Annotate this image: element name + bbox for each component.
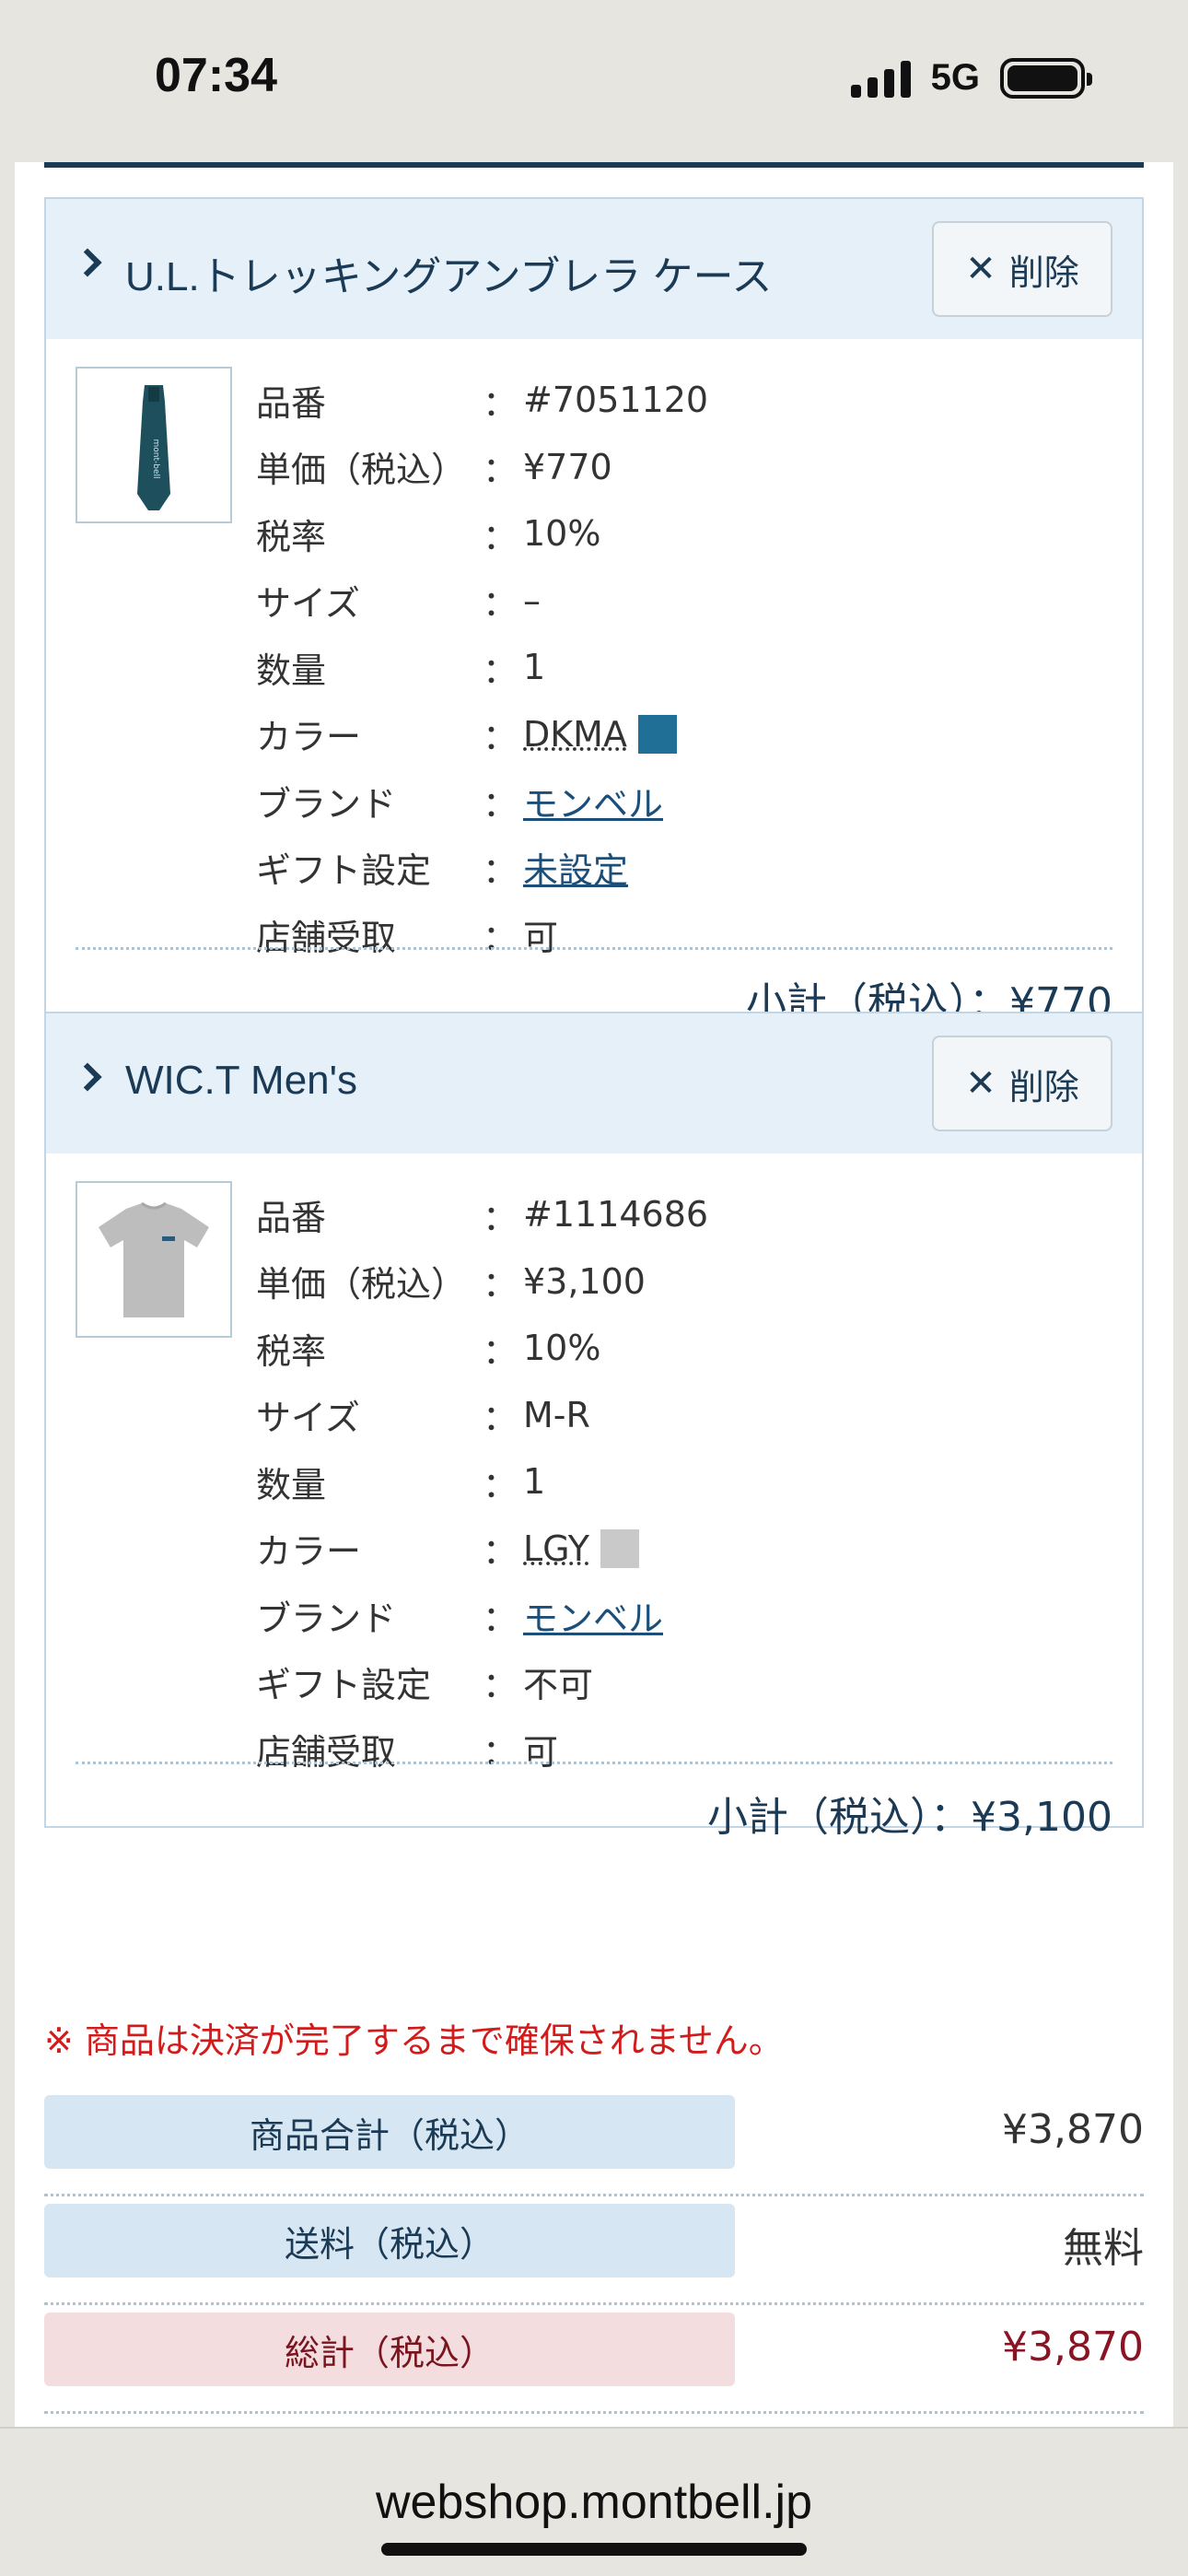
- reservation-notice: ※ 商品は決済が完了するまで確保されません。: [44, 2020, 784, 2061]
- product-thumbnail[interactable]: mont-bell: [76, 367, 232, 523]
- detail-row-gift: ギフト設定：未設定: [256, 835, 1103, 902]
- detail-row-color: カラー： DKMA: [256, 701, 1103, 768]
- url-text[interactable]: webshop.montbell.jp: [0, 2475, 1188, 2530]
- close-icon: ✕: [965, 1062, 996, 1105]
- cart-page: U.L.トレッキングアンブレラ ケース ✕ 削除 mont-bell 品番： #7…: [15, 162, 1173, 2427]
- detail-row-tax: 税率： 10%: [256, 1328, 601, 1372]
- cart-item-body: mont-bell 品番： #7051120 単価（税込）： ¥770 税率： 10%…: [46, 339, 1142, 1026]
- dotted-divider: [76, 947, 1112, 950]
- brand-link[interactable]: モンベル: [523, 1590, 1103, 1641]
- detail-row-size: サイズ： –: [256, 580, 541, 625]
- summary-row-total: 総計（税込） ¥3,870: [44, 2305, 1144, 2414]
- summary-value: ¥3,870: [1002, 2324, 1144, 2371]
- summary-label: 商品合計（税込）: [44, 2095, 735, 2169]
- detail-row-price: 単価（税込）： ¥770: [256, 446, 612, 491]
- summary-label: 送料（税込）: [44, 2204, 735, 2277]
- color-swatch: [600, 1528, 639, 1568]
- summary-value: ¥3,870: [1002, 2106, 1144, 2153]
- status-time: 07:34: [155, 49, 277, 102]
- detail-row-color: カラー： LGY: [256, 1516, 1103, 1583]
- order-summary: 商品合計（税込） ¥3,870 送料（税込） 無料 総計（税込） ¥3,870: [44, 2088, 1144, 2414]
- brand-link[interactable]: モンベル: [523, 776, 1103, 826]
- network-label: 5G: [930, 57, 980, 98]
- detail-row-qty: 数量： 1: [256, 1461, 546, 1505]
- umbrella-case-image: mont-bell: [137, 385, 170, 510]
- delete-button[interactable]: ✕ 削除: [932, 221, 1112, 317]
- chevron-right-icon[interactable]: [73, 248, 102, 277]
- cart-item: U.L.トレッキングアンブレラ ケース ✕ 削除 mont-bell 品番： #7…: [46, 199, 1142, 1026]
- summary-row-shipping: 送料（税込） 無料: [44, 2196, 1144, 2305]
- item-details: 品番： #1114686 単価（税込）： ¥3,100 税率： 10% サイズ： M-R…: [256, 1181, 1103, 1783]
- detail-row-price: 単価（税込）： ¥3,100: [256, 1260, 646, 1306]
- status-icons: 5G: [850, 57, 1092, 99]
- cart-item: WIC.T Men's ✕ 削除 品番： #1114686 単価（税込）： ¥3,1: [46, 1012, 1142, 1841]
- close-icon: ✕: [965, 248, 996, 290]
- detail-row-code: 品番： #1114686: [256, 1194, 709, 1238]
- item-title[interactable]: WIC.T Men's: [125, 1058, 357, 1104]
- detail-row-brand: ブランド：モンベル: [256, 1582, 1103, 1649]
- color-code[interactable]: DKMA: [523, 714, 627, 755]
- detail-row-gift: ギフト設定：不可: [256, 1665, 594, 1706]
- summary-row-products: 商品合計（税込） ¥3,870: [44, 2088, 1144, 2196]
- battery-icon: [1000, 57, 1092, 99]
- delete-label: 削除: [1008, 252, 1079, 293]
- item-subtotal: 小計（税込）：¥3,100: [707, 1794, 1112, 1841]
- delete-button[interactable]: ✕ 削除: [932, 1036, 1112, 1131]
- color-swatch: [637, 714, 677, 754]
- dotted-divider: [76, 1762, 1112, 1764]
- chevron-right-icon[interactable]: [73, 1062, 102, 1092]
- top-divider: [44, 162, 1144, 168]
- detail-row-brand: ブランド：モンベル: [256, 767, 1103, 835]
- tshirt-image: [99, 1201, 209, 1317]
- status-bar: 07:34 5G: [0, 0, 1188, 162]
- cart-item-header[interactable]: U.L.トレッキングアンブレラ ケース ✕ 削除: [46, 199, 1142, 339]
- detail-row-size: サイズ： M-R: [256, 1394, 590, 1439]
- detail-row-code: 品番： #7051120: [256, 380, 709, 424]
- item-details: 品番： #7051120 単価（税込）： ¥770 税率： 10% サイズ： – 数量：…: [256, 367, 1103, 968]
- detail-row-pickup: 店舗受取：可: [256, 1731, 559, 1773]
- detail-row-qty: 数量： 1: [256, 647, 546, 691]
- color-code[interactable]: LGY: [523, 1528, 589, 1569]
- item-title[interactable]: U.L.トレッキングアンブレラ ケース: [125, 243, 772, 302]
- delete-label: 削除: [1008, 1066, 1079, 1107]
- detail-row-pickup: 店舗受取：可: [256, 917, 559, 958]
- summary-label: 総計（税込）: [44, 2313, 735, 2386]
- cart-item-body: 品番： #1114686 単価（税込）： ¥3,100 税率： 10% サイズ： M-R…: [46, 1153, 1142, 1841]
- signal-icon: [850, 59, 911, 98]
- svg-text:mont-bell: mont-bell: [151, 439, 160, 478]
- detail-row-tax: 税率： 10%: [256, 513, 601, 557]
- product-thumbnail[interactable]: [76, 1181, 232, 1338]
- summary-value: 無料: [1063, 2225, 1144, 2272]
- home-indicator[interactable]: [381, 2543, 807, 2556]
- cart-item-list: U.L.トレッキングアンブレラ ケース ✕ 削除 mont-bell 品番： #7…: [44, 197, 1144, 1841]
- gift-setting-link[interactable]: 未設定: [523, 842, 1103, 893]
- cart-item-header[interactable]: WIC.T Men's ✕ 削除: [46, 1013, 1142, 1153]
